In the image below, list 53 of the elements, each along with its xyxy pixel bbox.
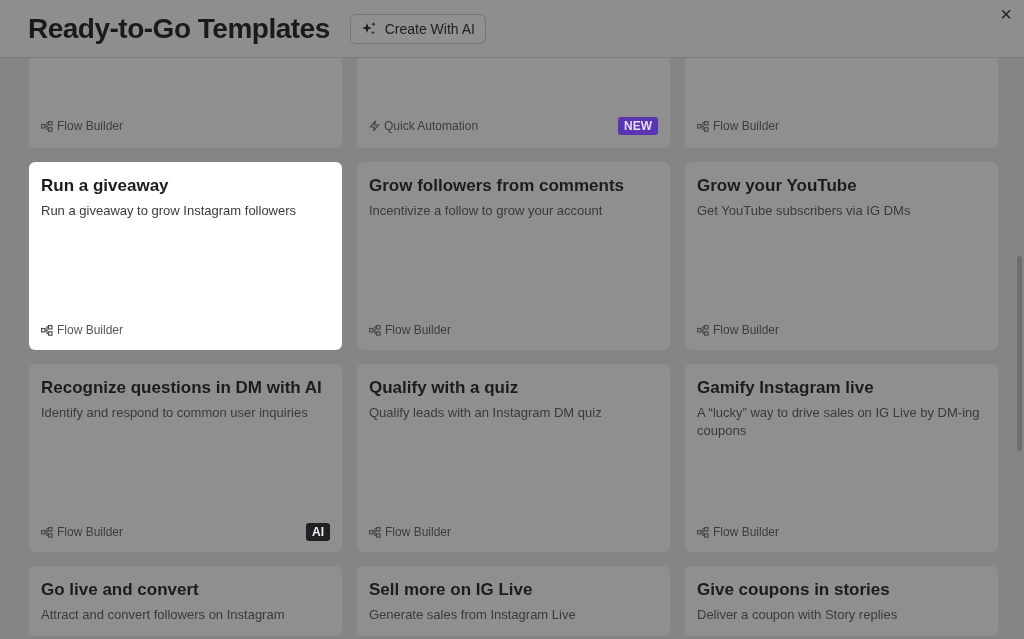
card-description: Identify and respond to common user inquiries bbox=[41, 404, 309, 422]
card-title: Sell more on IG Live bbox=[369, 580, 534, 600]
card-title: Qualify with a quiz bbox=[369, 378, 520, 398]
builder-type-label: Flow Builder bbox=[713, 119, 780, 133]
flow-icon bbox=[697, 324, 709, 336]
card-description: Qualify leads with an Instagram DM quiz bbox=[369, 404, 603, 422]
card-description: Incentivize a follow to grow your account bbox=[369, 202, 604, 220]
builder-type-label: Flow Builder bbox=[713, 323, 780, 337]
builder-type-label: Flow Builder bbox=[713, 525, 780, 539]
card-description: Run a giveaway to grow Instagram followers bbox=[41, 202, 298, 220]
card-description: Attract and convert followers on Instagram bbox=[41, 606, 286, 624]
template-card[interactable]: Gamify Instagram live A “lucky” way to drive sales on IG Live by DM-ing coupons Flow Builder bbox=[685, 364, 998, 552]
builder-type-label: Quick Automation bbox=[384, 119, 479, 133]
template-card[interactable]: Go live and convert Attract and convert followers on Instagram bbox=[29, 566, 342, 636]
builder-type-label: Flow Builder bbox=[57, 119, 124, 133]
card-title: Give coupons in stories bbox=[697, 580, 891, 600]
template-card[interactable]: Grow followers from comments Incentivize a follow to grow your account Flow Builder bbox=[357, 162, 670, 350]
flow-icon bbox=[697, 120, 709, 132]
template-card[interactable]: Flow Builder bbox=[29, 58, 342, 148]
template-card[interactable]: Recognize questions in DM with AI Identify and respond to common user inquiries Flow Builder AI bbox=[29, 364, 342, 552]
new-badge: NEW bbox=[618, 117, 658, 135]
flow-icon bbox=[369, 526, 381, 538]
template-card[interactable]: Flow Builder bbox=[685, 58, 998, 148]
flow-icon bbox=[41, 324, 53, 336]
flow-icon bbox=[41, 526, 53, 538]
flow-icon bbox=[369, 324, 381, 336]
builder-type-label: Flow Builder bbox=[385, 525, 452, 539]
card-title: Grow your YouTube bbox=[697, 176, 858, 196]
template-card[interactable]: Sell more on IG Live Generate sales from Instagram Live bbox=[357, 566, 670, 636]
close-button[interactable]: × bbox=[998, 4, 1014, 24]
card-title: Grow followers from comments bbox=[369, 176, 626, 196]
flow-icon bbox=[697, 526, 709, 538]
create-with-ai-button[interactable]: Create With AI bbox=[349, 13, 486, 44]
builder-type-label: Flow Builder bbox=[57, 525, 124, 539]
card-title: Go live and convert bbox=[41, 580, 200, 600]
lightning-icon bbox=[369, 120, 380, 132]
template-card[interactable]: Qualify with a quiz Qualify leads with an Instagram DM quiz Flow Builder bbox=[357, 364, 670, 552]
card-title: Run a giveaway bbox=[41, 176, 170, 196]
card-description: Get YouTube subscribers via IG DMs bbox=[697, 202, 912, 220]
flow-icon bbox=[41, 120, 53, 132]
card-title: Recognize questions in DM with AI bbox=[41, 378, 323, 398]
card-description: Deliver a coupon with Story replies bbox=[697, 606, 899, 624]
ai-badge: AI bbox=[306, 523, 330, 541]
template-card[interactable]: Quick Automation NEW bbox=[357, 58, 670, 148]
dialog-title: Ready-to-Go Templates bbox=[28, 12, 330, 45]
template-card[interactable]: Grow your YouTube Get YouTube subscribers via IG DMs Flow Builder bbox=[685, 162, 998, 350]
card-title: Gamify Instagram live bbox=[697, 378, 875, 398]
builder-type-label: Flow Builder bbox=[57, 323, 124, 337]
template-card[interactable]: Give coupons in stories Deliver a coupon with Story replies bbox=[685, 566, 998, 636]
card-description: A “lucky” way to drive sales on IG Live by DM-ing coupons bbox=[697, 404, 981, 440]
builder-type-label: Flow Builder bbox=[385, 323, 452, 337]
card-description: Generate sales from Instagram Live bbox=[369, 606, 577, 624]
template-card[interactable]: Run a giveaway Run a giveaway to grow Instagram followers Flow Builder bbox=[29, 162, 342, 350]
